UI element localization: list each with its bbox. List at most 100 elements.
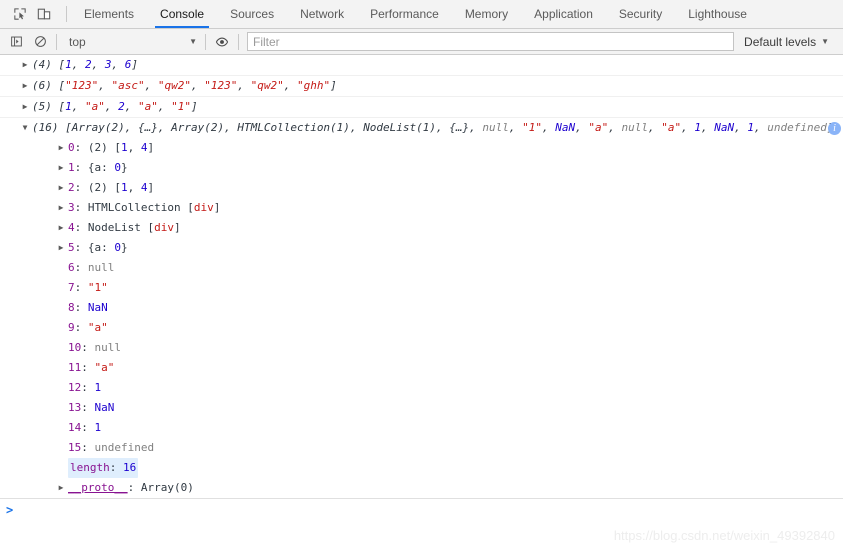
tab-console[interactable]: Console bbox=[147, 0, 217, 28]
property-value: 1 bbox=[94, 381, 102, 394]
property-key: 10 bbox=[68, 341, 82, 354]
console-bottom-divider bbox=[0, 498, 843, 499]
filterbar-divider-1 bbox=[56, 33, 57, 50]
proto-value: Array(0) bbox=[140, 481, 194, 494]
property-value: NaN bbox=[94, 401, 115, 414]
property-key: 14 bbox=[68, 421, 82, 434]
property-value: "a" bbox=[94, 361, 115, 374]
property-key: 11 bbox=[68, 361, 82, 374]
expand-arrow-icon[interactable]: ▶ bbox=[56, 158, 66, 178]
tabbar-divider bbox=[66, 6, 67, 22]
object-property-row: 9: "a" bbox=[68, 321, 108, 334]
device-toolbar-icon[interactable] bbox=[32, 3, 56, 25]
filter-input[interactable] bbox=[247, 32, 735, 51]
tab-network-label: Network bbox=[300, 7, 345, 21]
expand-arrow-icon[interactable]: ▶ bbox=[56, 218, 66, 238]
object-property-row[interactable]: ▶ 2: (2) [1, 4] bbox=[18, 178, 843, 198]
property-value: 1 bbox=[94, 421, 102, 434]
property-key: 8 bbox=[68, 301, 75, 314]
tab-sources[interactable]: Sources bbox=[217, 0, 287, 28]
collapse-arrow-icon[interactable]: ▼ bbox=[20, 118, 30, 138]
tab-sources-label: Sources bbox=[230, 7, 275, 21]
info-badge-icon[interactable]: i bbox=[828, 122, 841, 135]
expand-arrow-icon[interactable]: ▶ bbox=[20, 97, 30, 117]
array-length-row: length: 16 bbox=[18, 458, 843, 478]
filterbar-divider-2 bbox=[205, 33, 206, 50]
execution-context-select[interactable]: top ▼ bbox=[61, 32, 201, 52]
tab-memory[interactable]: Memory bbox=[452, 0, 521, 28]
log-levels-select[interactable]: Default levels ▼ bbox=[738, 35, 837, 49]
object-property-row: 14: 1 bbox=[68, 421, 102, 434]
console-message-row[interactable]: ▶ (4) [1, 2, 3, 6] bbox=[0, 55, 843, 76]
property-key: 6 bbox=[68, 261, 75, 274]
inspect-element-icon[interactable] bbox=[8, 3, 32, 25]
tab-security[interactable]: Security bbox=[606, 0, 675, 28]
clear-console-icon[interactable] bbox=[28, 32, 52, 52]
property-value: "a" bbox=[87, 321, 108, 334]
proto-row[interactable]: ▶ __proto__: Array(0) bbox=[18, 478, 843, 498]
console-message-row[interactable]: ▶ (5) [1, "a", 2, "a", "1"] bbox=[0, 97, 843, 118]
object-property-row: 7: "1" bbox=[68, 281, 108, 294]
live-expression-eye-icon[interactable] bbox=[210, 32, 234, 52]
object-property-row[interactable]: ▶ 5: {a: 0} bbox=[18, 238, 843, 258]
object-property-row[interactable]: ▶ 3: HTMLCollection [div] bbox=[18, 198, 843, 218]
tab-network[interactable]: Network bbox=[287, 0, 357, 28]
tab-performance[interactable]: Performance bbox=[357, 0, 452, 28]
console-prompt-input[interactable] bbox=[13, 501, 843, 519]
property-key: 7 bbox=[68, 281, 75, 294]
length-value: 16 bbox=[123, 461, 137, 474]
object-property-row: 11: "a" bbox=[68, 361, 115, 374]
property-key: 5 bbox=[68, 241, 75, 254]
tab-application[interactable]: Application bbox=[521, 0, 606, 28]
expand-arrow-icon[interactable]: ▶ bbox=[56, 138, 66, 158]
tab-security-label: Security bbox=[618, 7, 663, 21]
object-property-row: 8: NaN bbox=[68, 301, 108, 314]
array-count: (5) bbox=[32, 100, 52, 113]
object-property-row: 15: undefined bbox=[68, 441, 155, 454]
console-expanded-message-row[interactable]: ▼ (16) [Array(2), {…}, Array(2), HTMLCol… bbox=[0, 118, 843, 498]
expand-arrow-icon[interactable]: ▶ bbox=[56, 198, 66, 218]
tabbar-icon-group bbox=[0, 0, 62, 28]
property-key: 3 bbox=[68, 201, 75, 214]
console-message-row[interactable]: ▶ (6) ["123", "asc", "qw2", "123", "qw2"… bbox=[0, 76, 843, 97]
expand-arrow-icon[interactable]: ▶ bbox=[56, 178, 66, 198]
execution-context-value: top bbox=[69, 34, 86, 49]
object-property-row[interactable]: ▶ 4: NodeList [div] bbox=[18, 218, 843, 238]
console-message-text: (6) ["123", "asc", "qw2", "123", "qw2", … bbox=[32, 79, 337, 92]
log-levels-label: Default levels bbox=[744, 34, 817, 49]
property-key: 4 bbox=[68, 221, 75, 234]
expand-arrow-icon[interactable]: ▶ bbox=[20, 55, 30, 75]
property-value: null bbox=[87, 261, 115, 274]
object-property-row: 10: null bbox=[68, 341, 122, 354]
property-value: undefined bbox=[94, 441, 155, 454]
proto-key[interactable]: __proto__ bbox=[68, 481, 128, 494]
console-output: ▶ (4) [1, 2, 3, 6] ▶ (6) ["123", "asc", … bbox=[0, 55, 843, 521]
expand-arrow-icon[interactable]: ▶ bbox=[20, 76, 30, 96]
console-message-text: (5) [1, "a", 2, "a", "1"] bbox=[32, 100, 198, 113]
tab-lighthouse[interactable]: Lighthouse bbox=[675, 0, 760, 28]
object-property-row: 6: null bbox=[68, 261, 115, 274]
property-key: 12 bbox=[68, 381, 82, 394]
object-property-row[interactable]: ▶ 0: (2) [1, 4] bbox=[18, 138, 843, 158]
console-sidebar-icon[interactable] bbox=[4, 32, 28, 52]
tab-elements[interactable]: Elements bbox=[71, 0, 147, 28]
filterbar-divider-3 bbox=[238, 33, 239, 50]
expand-arrow-icon[interactable]: ▶ bbox=[56, 238, 66, 258]
devtools-tabbar: Elements Console Sources Network Perform… bbox=[0, 0, 843, 29]
watermark: https://blog.csdn.net/weixin_49392840 bbox=[613, 528, 835, 543]
tab-lighthouse-label: Lighthouse bbox=[688, 7, 747, 21]
property-value: null bbox=[94, 341, 122, 354]
array-count: (4) bbox=[32, 58, 52, 71]
property-key: 0 bbox=[68, 141, 75, 154]
prompt-chevron-icon: > bbox=[6, 503, 14, 517]
array-count: (6) bbox=[32, 79, 52, 92]
tab-elements-label: Elements bbox=[84, 7, 135, 21]
console-prompt[interactable]: > bbox=[0, 501, 843, 521]
array-count: (16) bbox=[32, 121, 59, 134]
property-key: 1 bbox=[68, 161, 75, 174]
object-property-row: 12: 1 bbox=[68, 381, 102, 394]
console-message-text: (4) [1, 2, 3, 6] bbox=[32, 58, 138, 71]
property-key: 15 bbox=[68, 441, 82, 454]
expand-arrow-icon[interactable]: ▶ bbox=[56, 478, 66, 498]
object-property-row[interactable]: ▶ 1: {a: 0} bbox=[18, 158, 843, 178]
